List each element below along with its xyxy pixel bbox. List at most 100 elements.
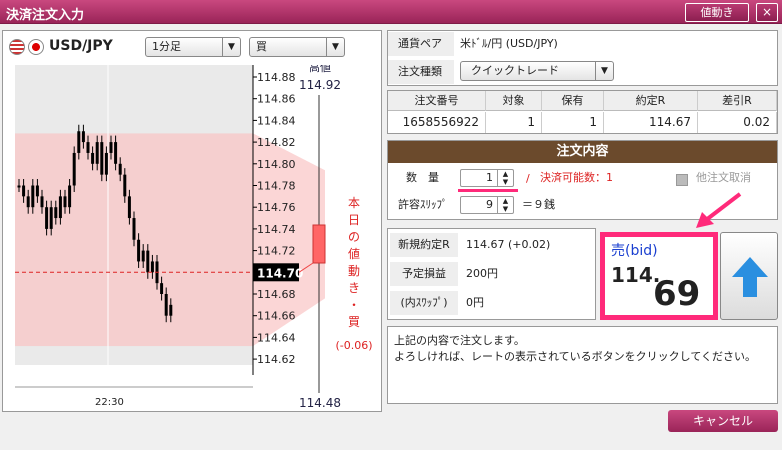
close-button[interactable]: × [756,3,778,22]
table-row: 1658556922 1 1 114.67 0.02 [388,112,777,133]
y-tick-label: 114.66 [257,310,296,323]
quantity-label: 数 量 [406,171,439,184]
x-tick-label: 22:30 [95,397,124,408]
volatility-button[interactable]: 値動き [685,3,749,22]
table-cell: 114.67 [604,112,698,133]
candle-body [114,142,118,164]
table-cell: 1 [542,112,604,133]
column-header: 約定R [604,91,698,111]
window-titlebar [0,0,782,24]
pair-info-panel: 通貨ペア 米ﾄﾞﾙ/円 (USD/JPY) 注文種類 クイックトレード ▼ [387,30,778,86]
pointer-arrow-icon [696,192,742,228]
table-cell: 0.02 [698,112,777,133]
candle-body [104,152,108,175]
candle-body [77,131,81,153]
timeframe-select[interactable]: 1分足 ▼ [145,37,241,57]
pl-value: 200円 [466,267,498,280]
timeframe-value: 1分足 [152,40,181,53]
vertical-note-change: (-0.06) [335,339,372,352]
vertical-note-char: 買 [348,315,360,329]
column-header: 差引R [698,91,777,111]
candle-body [72,152,76,186]
candle-body [54,207,58,219]
y-tick-label: 114.84 [257,114,296,127]
contract-value: 114.67 (+0.02) [466,238,551,251]
slippage-stepper[interactable]: 9 ▲ ▼ [460,196,514,214]
y-tick-label: 114.80 [257,158,296,171]
candle-body [100,142,104,175]
y-tick-label: 114.62 [257,353,296,366]
candle-body [169,304,173,316]
candle-body [40,196,44,208]
range-meter-body [312,224,326,264]
contract-label: 新規約定R [390,233,458,257]
slippage-label: 許容ｽﾘｯﾌﾟ [398,198,448,211]
message-line-1: 上記の内容で注文します。 [394,334,525,347]
candle-body [17,185,21,188]
pair-label: USD/JPY [49,38,113,54]
y-tick-label: 114.86 [257,93,296,106]
stepper-arrows-icon: ▲ ▼ [497,197,513,213]
summary-panel: 新規約定R 114.67 (+0.02) 予定損益 200円 (内ｽﾜｯﾌﾟ) … [387,228,596,320]
jp-flag-icon [28,39,44,55]
chevron-down-icon: ▼ [595,62,613,80]
candle-body [127,196,131,219]
candle-body [68,185,72,208]
sell-bid-button[interactable]: 売(bid) 114. 69 [600,232,718,320]
order-type-select[interactable]: クイックトレード ▼ [460,61,614,81]
order-type-value: クイックトレード [471,64,559,77]
candle-body [63,196,67,208]
candle-body [26,196,30,208]
high-label: 高値 [309,65,331,74]
candle-body [31,185,35,208]
slippage-equals: ＝９銭 [522,198,555,211]
candle-body [137,239,141,262]
separator-slash: / [526,172,530,185]
vertical-note-char: の [348,230,360,244]
candle-body [95,142,99,164]
column-header: 対象 [486,91,542,111]
candle-body [118,163,122,175]
chart-panel: USD/JPY 1分足 ▼ 買 ▼ 114.88 114.86 114.84 114.… [2,30,382,412]
swap-label: (内ｽﾜｯﾌﾟ) [390,291,458,315]
y-tick-label: 114.82 [257,136,296,149]
vertical-note-char: 値 [348,246,360,261]
quantity-stepper[interactable]: 1 ▲ ▼ [460,169,514,187]
candle-body [123,174,127,197]
side-select[interactable]: 買 ▼ [249,37,345,57]
vertical-note-char: 本 [348,196,360,210]
y-tick-label: 114.68 [257,288,296,301]
candle-body [35,185,39,197]
vertical-note-char: 動 [348,264,360,278]
y-tick-label: 114.78 [257,180,296,193]
position-table: 注文番号 対象 保有 約定R 差引R 1658556922 1 1 114.67 0.02 [387,90,778,134]
chevron-down-icon: ▼ [326,38,344,56]
candle-body [45,207,49,229]
candle-body [160,283,164,294]
low-value: 114.48 [299,396,341,410]
slippage-value: 9 [486,198,493,211]
candle-body [141,250,145,262]
cancel-button[interactable]: キャンセル [668,410,778,432]
price-chart: 114.88 114.86 114.84 114.82 114.80 114.78 114.… [15,65,373,410]
order-type-label: 注文種類 [388,60,454,84]
swap-value: 0円 [466,296,484,309]
quantity-underline [458,189,518,192]
available-quantity: 決済可能数：1 [540,171,613,184]
up-arrow-icon [732,257,768,297]
quantity-value: 1 [486,171,493,184]
table-cell: 1658556922 [388,112,486,133]
candle-body [49,207,53,229]
cancel-other-checkbox[interactable] [676,174,688,186]
y-tick-label: 114.76 [257,201,296,214]
candle-body [132,218,136,240]
window-title: 決済注文入力 [6,8,85,23]
table-cell: 1 [486,112,542,133]
pl-label: 予定損益 [390,262,458,286]
candle-body [109,142,113,153]
high-value: 114.92 [299,78,341,92]
candle-body [86,142,90,153]
chevron-down-icon: ▼ [222,38,240,56]
stepper-arrows-icon: ▲ ▼ [497,170,513,186]
candle-body [81,131,85,143]
